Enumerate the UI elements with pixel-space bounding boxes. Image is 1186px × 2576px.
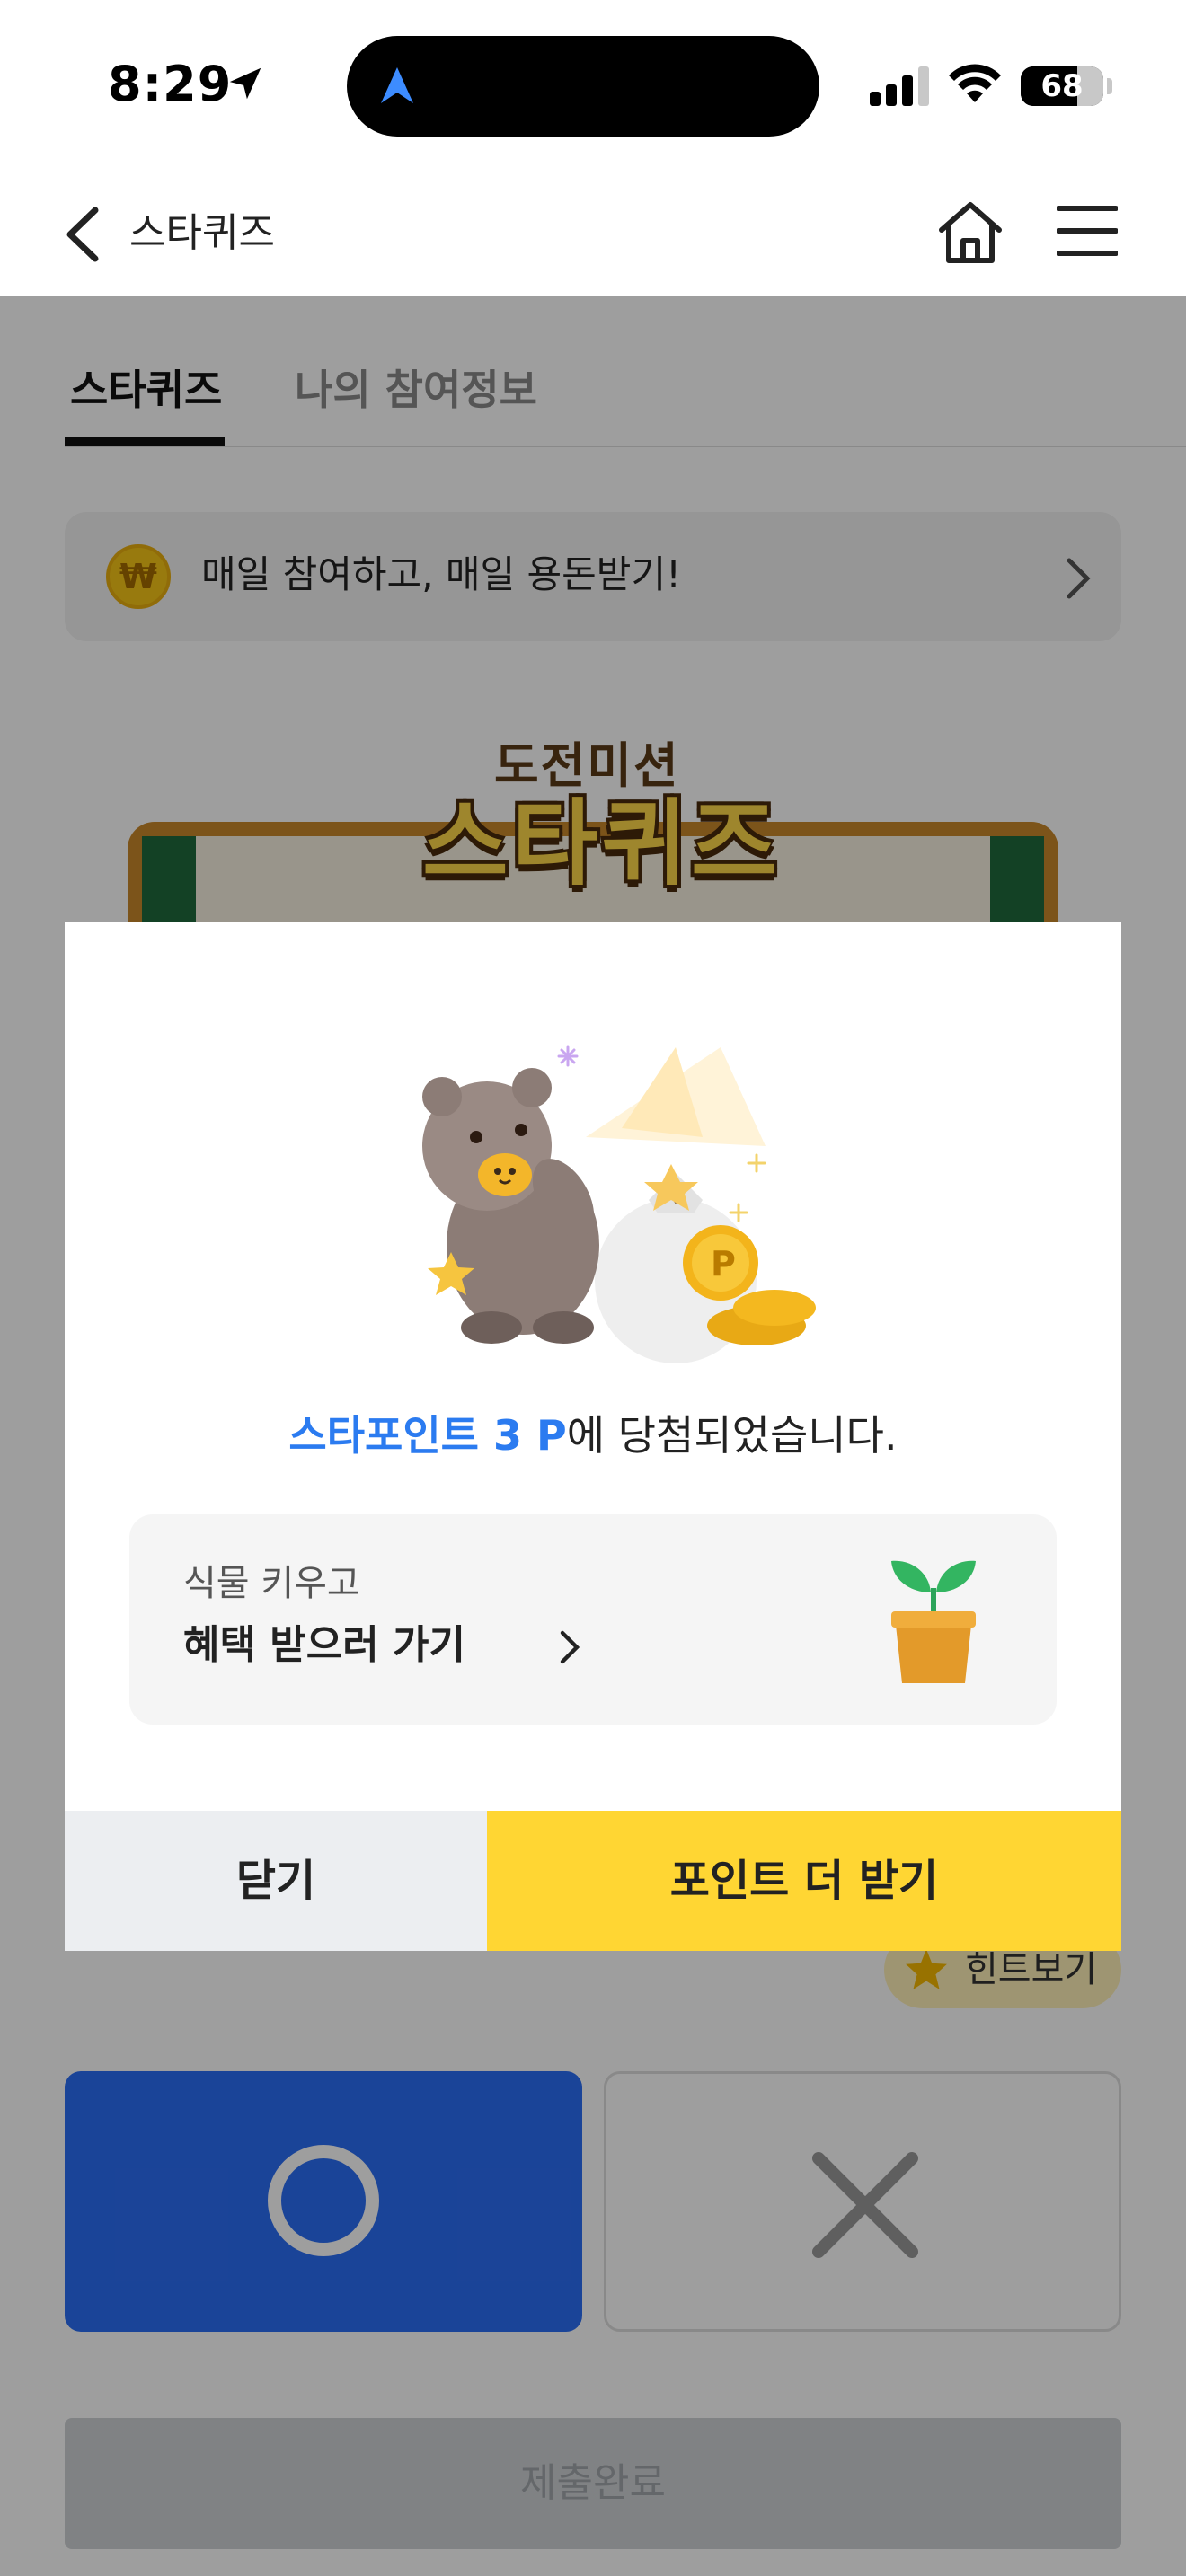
get-more-points-label: 포인트 더 받기 [669,1856,939,1906]
prize-message: 스타포인트 3 P에 당첨되었습니다. [65,1407,1121,1464]
plant-benefit-card[interactable]: 식물 키우고 혜택 받으러 가기 [129,1514,1057,1725]
wifi-icon [949,64,1001,102]
prize-highlight: 스타포인트 3 P [288,1411,567,1460]
page-title: 스타퀴즈 [129,210,275,256]
chevron-left-icon[interactable] [63,205,102,264]
status-time: 8:29 [108,56,233,112]
battery-cap [1107,78,1112,94]
status-bar: 8:29 68 [0,0,1186,171]
cellular-signal-icon [870,66,929,106]
svg-text:P: P [711,1244,736,1284]
navigation-arrow-icon [381,67,413,103]
sprout-pot-icon [891,1560,976,1683]
home-icon[interactable] [934,198,1006,268]
plant-card-title: 혜택 받으러 가기 [183,1622,465,1668]
close-button[interactable]: 닫기 [65,1811,487,1951]
close-button-label: 닫기 [235,1856,316,1906]
prize-modal: P 스타포인트 3 P에 당첨되었습니다. 식물 키우고 혜택 받으러 가기 닫… [65,922,1121,1951]
hamburger-menu-icon[interactable] [1057,203,1118,259]
app-header: 스타퀴즈 [0,171,1186,296]
chevron-right-icon [560,1630,580,1664]
bear-money-bag-illustration: P [422,1045,816,1363]
prize-suffix: 에 당첨되었습니다. [566,1411,898,1460]
get-more-points-button[interactable]: 포인트 더 받기 [487,1811,1121,1951]
battery-percentage: 68 [1040,68,1084,104]
battery-icon: 68 [1021,66,1103,106]
plant-card-subtitle: 식물 키우고 [183,1563,360,1604]
location-arrow-icon [229,67,261,100]
